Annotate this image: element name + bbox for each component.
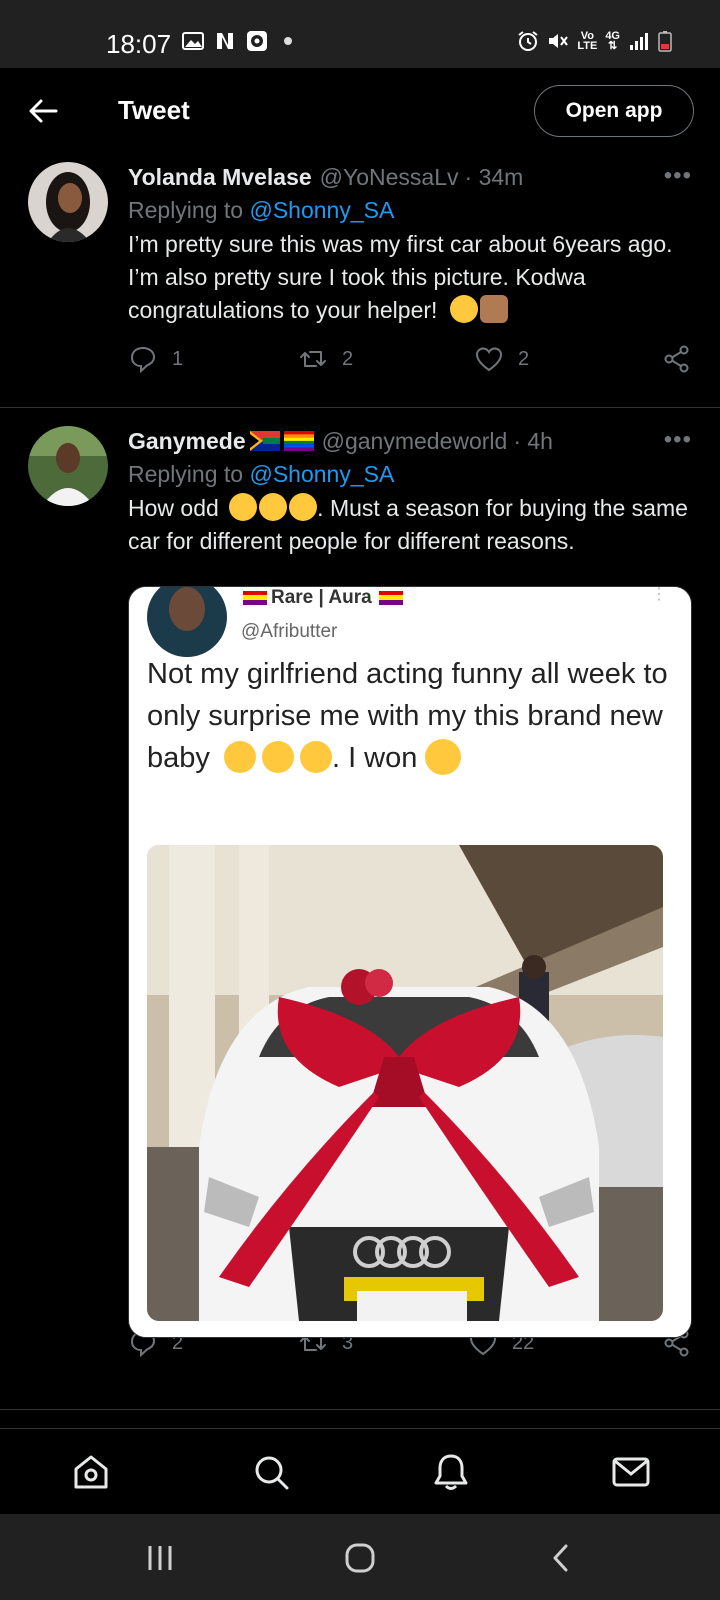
mention-link[interactable]: @Shonny_SA: [249, 461, 394, 487]
bell-icon[interactable]: [430, 1451, 472, 1493]
replying-to: Replying to @Shonny_SA: [128, 461, 395, 487]
signal-icon: [630, 33, 648, 50]
home-button-icon[interactable]: [344, 1542, 376, 1574]
tweet-text: I’m pretty sure this was my first car ab…: [128, 231, 673, 323]
netflix-icon: [217, 33, 233, 49]
retweet-count: 2: [342, 347, 354, 370]
share-button[interactable]: [662, 344, 692, 374]
tweet-timestamp[interactable]: · 34m: [465, 162, 524, 192]
back-arrow-icon[interactable]: [26, 94, 60, 128]
battery-low-icon: [658, 31, 672, 52]
search-icon[interactable]: [250, 1451, 292, 1493]
status-bar: 18:07 Vo LTE 4G ⇅: [0, 0, 720, 68]
avatar[interactable]: [28, 162, 108, 242]
volte-label: Vo LTE: [577, 30, 598, 52]
car-photo: [147, 845, 663, 1321]
top-app-bar: Tweet Open app: [0, 68, 720, 152]
retweet-button[interactable]: 2: [298, 344, 353, 374]
reply-count: 1: [172, 347, 184, 370]
avatar[interactable]: [28, 426, 108, 506]
embedded-more-icon: ⋮: [651, 587, 667, 603]
like-count: 2: [518, 347, 530, 370]
fist-emoji-icon: [479, 295, 508, 323]
open-app-button[interactable]: Open app: [534, 85, 694, 137]
embedded-author-handle: @Afributter: [241, 621, 338, 642]
network-type-label: 4G ⇅: [605, 30, 620, 52]
crying-emoji-icon: [299, 741, 332, 773]
share-icon: [664, 345, 689, 373]
page-title: Tweet: [118, 95, 190, 125]
heart-eyes-emoji-icon: [425, 739, 462, 775]
tweet-timestamp[interactable]: · 4h: [513, 426, 553, 456]
tweet[interactable]: Yolanda Mvelase @YoNessaLv · 34m ••• Rep…: [0, 152, 720, 408]
status-time: 18:07: [106, 29, 172, 59]
thinking-emoji-icon: [259, 493, 288, 521]
grinning-emoji-icon: [449, 295, 478, 323]
mute-icon: [549, 34, 569, 48]
app-icon: [247, 31, 267, 51]
more-options-icon[interactable]: •••: [664, 162, 692, 190]
tweet-author-name[interactable]: Yolanda Mvelase: [128, 162, 312, 192]
gallery-icon: [182, 32, 204, 50]
more-options-icon[interactable]: •••: [664, 426, 692, 454]
reply-icon: [130, 346, 156, 374]
south-africa-flag-icon: [249, 431, 280, 451]
recent-apps-icon[interactable]: [144, 1542, 176, 1574]
crying-emoji-icon: [223, 741, 256, 773]
heart-icon: [475, 347, 503, 372]
reply-button[interactable]: 1: [128, 344, 183, 374]
thinking-emoji-icon: [289, 493, 318, 521]
tweet-text: How odd . Must a season for buying the s…: [128, 493, 688, 554]
back-button-icon[interactable]: [546, 1542, 578, 1574]
home-icon[interactable]: [70, 1451, 112, 1493]
rainbow-flag-icon: [283, 431, 314, 451]
bottom-nav: [0, 1428, 720, 1514]
notification-dot: [284, 37, 292, 45]
tweet-media-image[interactable]: Rare | Aura @Afributter ⋮ Not my girlfri…: [128, 586, 692, 1338]
tweet-author-handle[interactable]: @YoNessaLv: [320, 162, 459, 192]
tweet-author-handle[interactable]: @ganymedeworld: [322, 426, 508, 456]
like-button[interactable]: 2: [474, 344, 529, 374]
embedded-tweet-text-tail: . I won: [331, 742, 418, 774]
mention-link[interactable]: @Shonny_SA: [249, 197, 394, 223]
alarm-icon: [518, 31, 538, 51]
retweet-icon: [300, 351, 326, 367]
replying-to: Replying to @Shonny_SA: [128, 197, 395, 223]
crying-emoji-icon: [261, 741, 294, 773]
system-nav-bar: [0, 1514, 720, 1600]
embedded-author-name: Rare | Aura: [271, 587, 372, 608]
tweet-author-name[interactable]: Ganymede: [128, 426, 246, 456]
mail-icon[interactable]: [610, 1451, 652, 1493]
thinking-emoji-icon: [229, 493, 258, 521]
